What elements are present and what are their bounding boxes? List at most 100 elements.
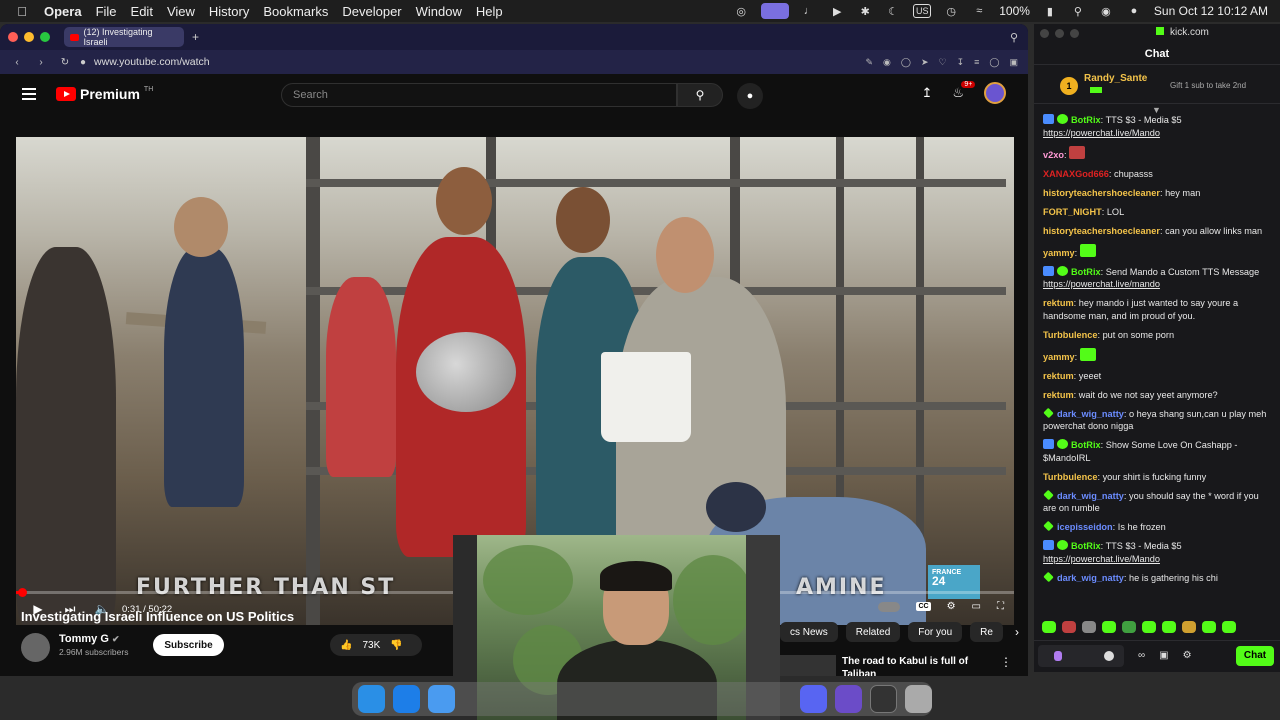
chat-username[interactable]: BotRix bbox=[1071, 440, 1101, 450]
chat-username[interactable]: XANAXGod666 bbox=[1043, 169, 1109, 179]
url-field[interactable]: www.youtube.com/watch bbox=[94, 56, 210, 68]
expand-chevron-icon[interactable]: ▼ bbox=[1152, 105, 1161, 115]
tab-youtube[interactable]: (12) Investigating Israeli bbox=[64, 27, 184, 47]
chat-link[interactable]: https://powerchat.live/mando bbox=[1043, 279, 1160, 289]
headphones-icon[interactable]: ♩ bbox=[801, 3, 817, 19]
screen-share-icon[interactable]: ◎ bbox=[733, 3, 749, 19]
emoji-icon[interactable] bbox=[1104, 650, 1114, 661]
menu-bar-clock[interactable]: Sun Oct 12 10:12 AM bbox=[1154, 4, 1268, 18]
chat-username[interactable]: rektum bbox=[1043, 371, 1074, 381]
menu-edit[interactable]: Edit bbox=[131, 4, 153, 19]
play-icon[interactable]: ▶ bbox=[829, 3, 845, 19]
chat-username[interactable]: rektum bbox=[1043, 298, 1074, 308]
scrubber-handle[interactable] bbox=[18, 588, 27, 597]
recommendation-title[interactable]: The road to Kabul is full of Taliban bbox=[842, 655, 992, 676]
like-count[interactable]: 73K bbox=[362, 640, 380, 651]
chip-related[interactable]: Related bbox=[845, 622, 901, 642]
emote-icon[interactable] bbox=[1162, 621, 1176, 633]
gift-icon[interactable]: ▣ bbox=[1159, 650, 1168, 661]
link-icon[interactable]: ∞ bbox=[1138, 650, 1145, 661]
menu-bookmarks[interactable]: Bookmarks bbox=[263, 4, 328, 19]
input-source-indicator[interactable]: US bbox=[913, 4, 932, 18]
chat-username[interactable]: Turbbulence bbox=[1043, 472, 1097, 482]
captions-icon[interactable]: CC bbox=[916, 602, 931, 611]
menu-help[interactable]: Help bbox=[476, 4, 503, 19]
emote-icon[interactable] bbox=[1062, 621, 1076, 633]
menu-window[interactable]: Window bbox=[416, 4, 462, 19]
send-icon[interactable]: ➤ bbox=[921, 57, 929, 68]
chat-username[interactable]: BotRix bbox=[1071, 541, 1101, 551]
chat-username[interactable]: v2xo bbox=[1043, 150, 1064, 160]
siri-icon[interactable]: ● bbox=[1126, 3, 1142, 19]
apple-menu-icon[interactable]:  bbox=[12, 4, 32, 19]
emote-icon[interactable] bbox=[1202, 621, 1216, 633]
chip-recent[interactable]: Re bbox=[970, 622, 1003, 642]
channel-name[interactable]: Tommy G ✔ bbox=[59, 633, 120, 645]
chat-username[interactable]: historyteachershoecleaner bbox=[1043, 188, 1160, 198]
chatgpt-icon[interactable] bbox=[869, 685, 897, 713]
recommendation-thumbnail[interactable] bbox=[780, 655, 836, 676]
menu-developer[interactable]: Developer bbox=[342, 4, 401, 19]
chat-input[interactable] bbox=[1038, 644, 1124, 667]
menu-list-icon[interactable]: ≡ bbox=[974, 57, 979, 68]
mail-icon[interactable] bbox=[428, 685, 456, 713]
autoplay-toggle[interactable] bbox=[878, 601, 901, 612]
send-chat-button[interactable]: Chat bbox=[1236, 645, 1274, 666]
chip-news[interactable]: cs News bbox=[780, 622, 838, 642]
discord-icon[interactable] bbox=[799, 685, 827, 713]
finder-icon[interactable] bbox=[358, 685, 386, 713]
search-button[interactable]: ⚲ bbox=[677, 83, 723, 107]
subscribe-button[interactable]: Subscribe bbox=[153, 634, 224, 656]
reload-icon[interactable]: ↻ bbox=[56, 57, 74, 68]
menu-file[interactable]: File bbox=[96, 4, 117, 19]
chat-username[interactable]: icepisseidon bbox=[1057, 522, 1113, 532]
emote-icon[interactable] bbox=[1102, 621, 1116, 633]
settings-gear-icon[interactable]: ⚙ bbox=[1183, 650, 1192, 661]
menu-history[interactable]: History bbox=[209, 4, 249, 19]
emote-icon[interactable] bbox=[1122, 621, 1136, 633]
pinned-username[interactable]: Randy_Sante bbox=[1084, 73, 1147, 84]
shield-icon[interactable]: ◯ bbox=[901, 57, 911, 68]
account-avatar[interactable] bbox=[984, 82, 1006, 104]
edit-icon[interactable]: ✎ bbox=[865, 57, 873, 68]
youtube-premium-logo[interactable]: Premium TH bbox=[56, 86, 153, 102]
channel-avatar[interactable] bbox=[21, 633, 50, 662]
emote-icon[interactable] bbox=[1222, 621, 1236, 633]
fullscreen-icon[interactable]: ⛶ bbox=[997, 601, 1004, 612]
emote-icon[interactable] bbox=[1082, 621, 1096, 633]
profile-icon[interactable]: ◯ bbox=[989, 57, 999, 68]
chat-username[interactable]: Turbbulence bbox=[1043, 330, 1097, 340]
spotlight-search-icon[interactable]: ⚲ bbox=[1070, 3, 1086, 19]
forward-arrow-icon[interactable]: › bbox=[32, 57, 50, 68]
chat-username[interactable]: dark_wig_natty bbox=[1057, 409, 1124, 419]
zoom-window-button[interactable] bbox=[40, 32, 50, 42]
search-input[interactable]: Search bbox=[281, 83, 677, 107]
chat-username[interactable]: FORT_NIGHT bbox=[1043, 207, 1102, 217]
trash-icon[interactable] bbox=[904, 685, 933, 713]
chat-username[interactable]: yammy bbox=[1043, 248, 1075, 258]
chat-username[interactable]: dark_wig_natty bbox=[1057, 491, 1124, 501]
chip-for-you[interactable]: For you bbox=[908, 622, 963, 642]
chat-link[interactable]: https://powerchat.live/Mando bbox=[1043, 554, 1160, 564]
tab-search-icon[interactable]: ⚲ bbox=[1010, 31, 1018, 44]
chevron-right-icon[interactable]: › bbox=[1015, 622, 1019, 642]
dislike-thumb-icon[interactable]: 👎 bbox=[390, 640, 402, 651]
camera-icon[interactable]: ◉ bbox=[883, 57, 891, 68]
chat-username[interactable]: yammy bbox=[1043, 352, 1075, 362]
gift-sub-prompt[interactable]: Gift 1 sub to take 2nd bbox=[1170, 81, 1270, 90]
control-center-icon[interactable]: ◉ bbox=[1098, 3, 1114, 19]
clock-icon[interactable]: ◷ bbox=[943, 3, 959, 19]
close-window-button[interactable] bbox=[8, 32, 18, 42]
proton-mail-icon[interactable] bbox=[834, 685, 862, 713]
chat-username[interactable]: BotRix bbox=[1071, 267, 1101, 277]
emote-icon[interactable] bbox=[1042, 621, 1056, 633]
emote-icon[interactable] bbox=[1182, 621, 1196, 633]
back-arrow-icon[interactable]: ‹ bbox=[8, 57, 26, 68]
chat-link[interactable]: https://powerchat.live/Mando bbox=[1043, 128, 1160, 138]
wifi-icon[interactable]: ≈ bbox=[971, 3, 987, 19]
heart-icon[interactable]: ♡ bbox=[939, 57, 947, 68]
voice-search-button[interactable]: ● bbox=[737, 83, 763, 109]
chat-username[interactable]: rektum bbox=[1043, 390, 1074, 400]
notifications-bell-icon[interactable]: ♨ 9+ bbox=[952, 81, 976, 101]
settings-gear-icon[interactable]: ⚙ bbox=[947, 601, 956, 612]
